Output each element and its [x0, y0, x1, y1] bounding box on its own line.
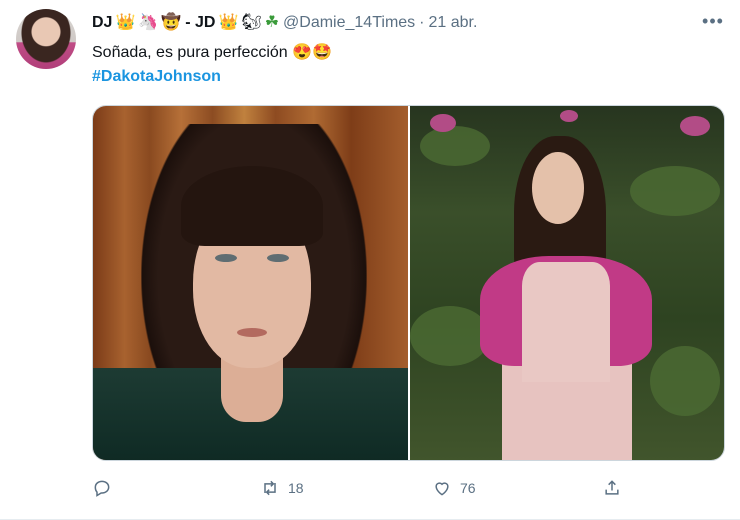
shamrock-emoji: ☘	[264, 14, 280, 31]
retweet-button[interactable]: 18	[260, 478, 304, 498]
retweet-count: 18	[288, 480, 304, 496]
share-button[interactable]	[602, 478, 630, 498]
reply-button[interactable]	[92, 478, 120, 498]
photo-full-outfit[interactable]	[410, 106, 724, 460]
more-options-button[interactable]: •••	[700, 12, 726, 34]
cowboy-emoji: 🤠	[161, 14, 182, 31]
retweet-icon	[264, 480, 276, 496]
display-name-suffix[interactable]: - JD	[185, 14, 215, 32]
hashtag-link[interactable]: #DakotaJohnson	[92, 68, 221, 86]
photo-portrait-closeup[interactable]	[93, 106, 408, 460]
separator-dot: ·	[419, 14, 425, 31]
display-name[interactable]: DJ	[92, 14, 112, 32]
tweet-actions: 18 76	[92, 478, 725, 502]
more-horizontal-icon: •••	[702, 11, 724, 31]
avatar[interactable]	[16, 9, 76, 69]
heart-icon	[435, 482, 449, 496]
like-count: 76	[460, 480, 476, 496]
tweet-text: Soñada, es pura perfección 😍🤩	[92, 44, 332, 61]
unicorn-emoji: 🦄	[138, 14, 159, 31]
reply-icon	[94, 480, 110, 497]
share-icon	[605, 480, 619, 495]
squirrel-emoji: 🐿	[241, 14, 262, 31]
like-button[interactable]: 76	[432, 478, 476, 498]
tweet-card[interactable]: DJ 👑 🦄 🤠 - JD 👑 🐿 ☘ @Damie_14Times · 21 …	[0, 0, 740, 520]
media-grid	[92, 105, 725, 461]
crown-emoji-2: 👑	[218, 14, 239, 31]
tweet-header: DJ 👑 🦄 🤠 - JD 👑 🐿 ☘ @Damie_14Times · 21 …	[92, 12, 477, 34]
crown-emoji: 👑	[115, 14, 136, 31]
user-handle[interactable]: @Damie_14Times	[283, 14, 415, 32]
tweet-date[interactable]: 21 abr.	[429, 14, 478, 32]
